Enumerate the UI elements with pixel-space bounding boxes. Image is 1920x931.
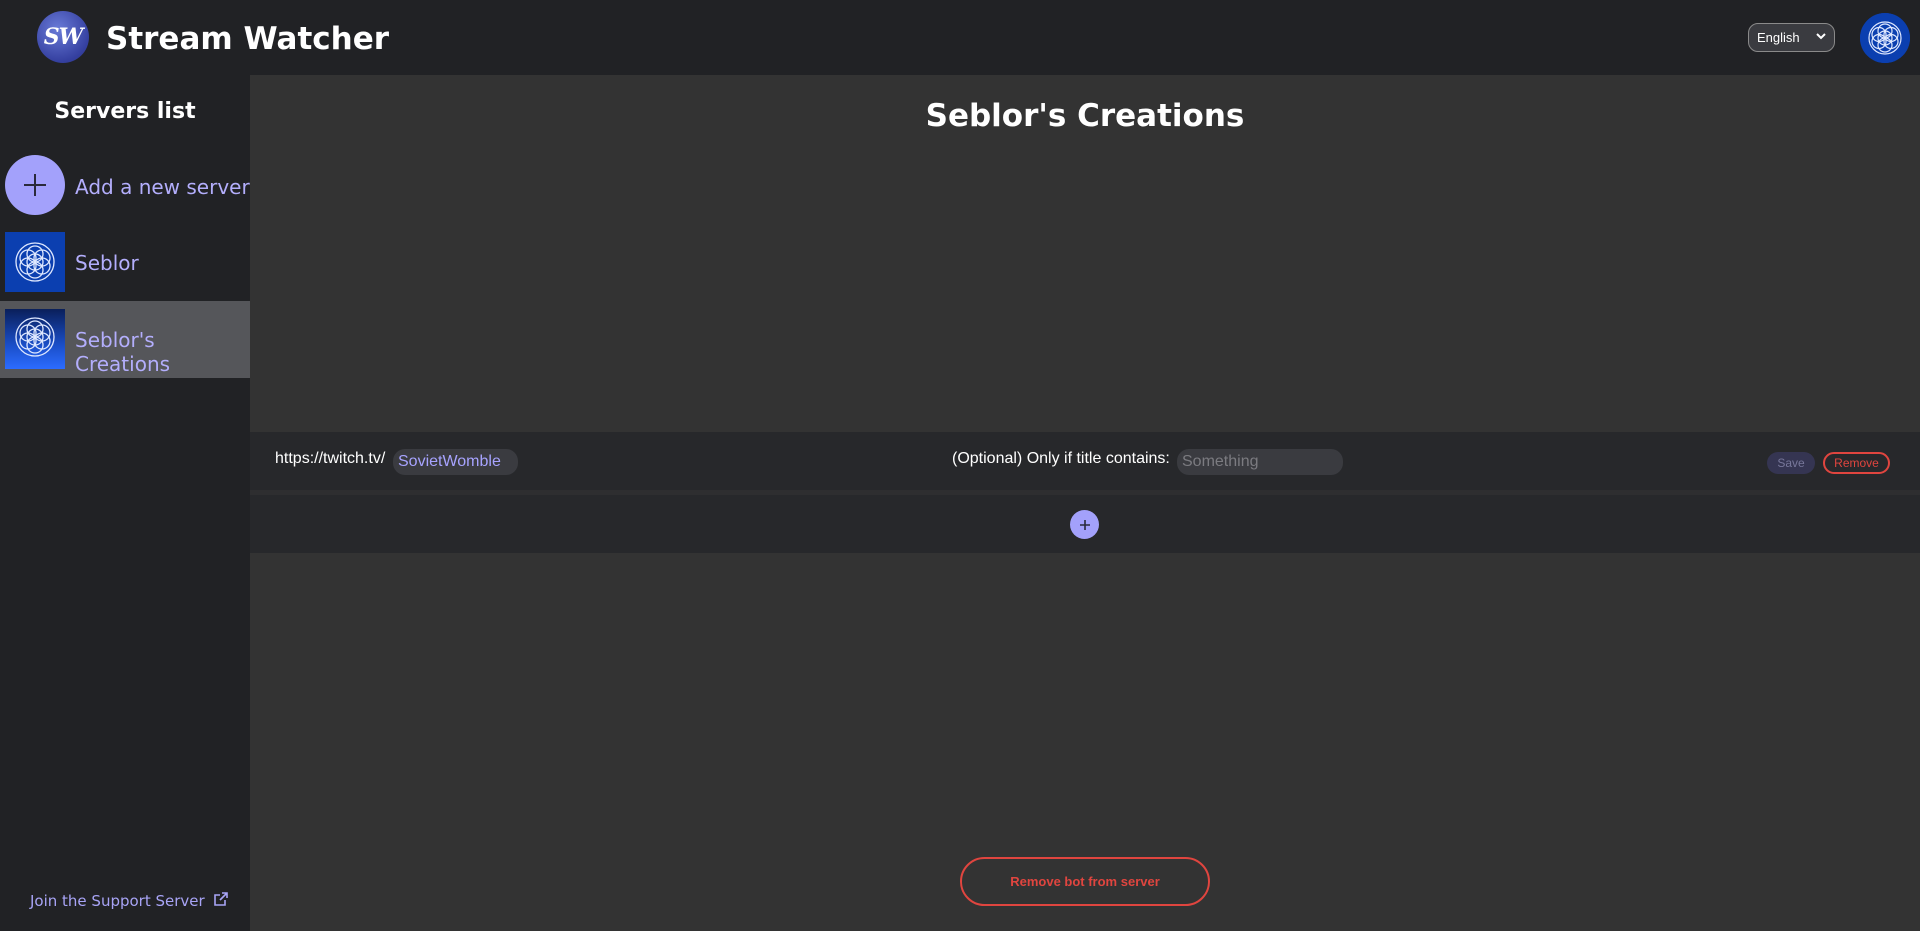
plus-icon <box>1079 519 1090 530</box>
sidebar-title: Servers list <box>54 99 196 124</box>
server-icon <box>5 309 65 369</box>
server-title: Seblor's Creations <box>925 98 1245 134</box>
title-filter-label: (Optional) Only if title contains: <box>952 450 1170 467</box>
channel-input[interactable]: SovietWomble <box>393 449 518 475</box>
user-avatar[interactable] <box>1860 13 1910 63</box>
title-filter-input[interactable]: Something <box>1177 449 1343 475</box>
support-link-label: Join the Support Server <box>30 892 205 910</box>
sidebar-item-label: Seblor's Creations <box>75 328 171 376</box>
app-logo[interactable]: SW <box>37 11 89 63</box>
add-server-icon[interactable] <box>5 155 65 215</box>
chevron-down-icon <box>1815 30 1827 45</box>
add-stream-button[interactable] <box>1070 510 1099 539</box>
external-link-icon <box>213 891 229 911</box>
sidebar-item-seblors-creations[interactable]: Seblor's Creations <box>0 301 250 378</box>
stream-url-prefix: https://twitch.tv/ <box>275 450 386 467</box>
remove-stream-button[interactable]: Remove <box>1823 452 1890 474</box>
sidebar-item-seblor[interactable]: Seblor <box>0 224 250 301</box>
server-icon <box>5 232 65 292</box>
language-select[interactable]: English <box>1748 23 1835 52</box>
add-server-link[interactable]: Add a new server <box>75 175 250 199</box>
sidebar-item-label: Seblor <box>75 251 139 275</box>
support-server-link[interactable]: Join the Support Server <box>30 891 229 911</box>
remove-bot-button[interactable]: Remove bot from server <box>960 857 1210 906</box>
logo-text: SW <box>43 24 84 50</box>
sidebar: Servers list Add a new server Seblor Seb… <box>0 75 250 931</box>
save-button[interactable]: Save <box>1767 452 1815 474</box>
top-header: SW Stream Watcher English <box>0 0 1920 75</box>
app-title: Stream Watcher <box>106 21 390 57</box>
language-select-value: English <box>1757 30 1800 45</box>
